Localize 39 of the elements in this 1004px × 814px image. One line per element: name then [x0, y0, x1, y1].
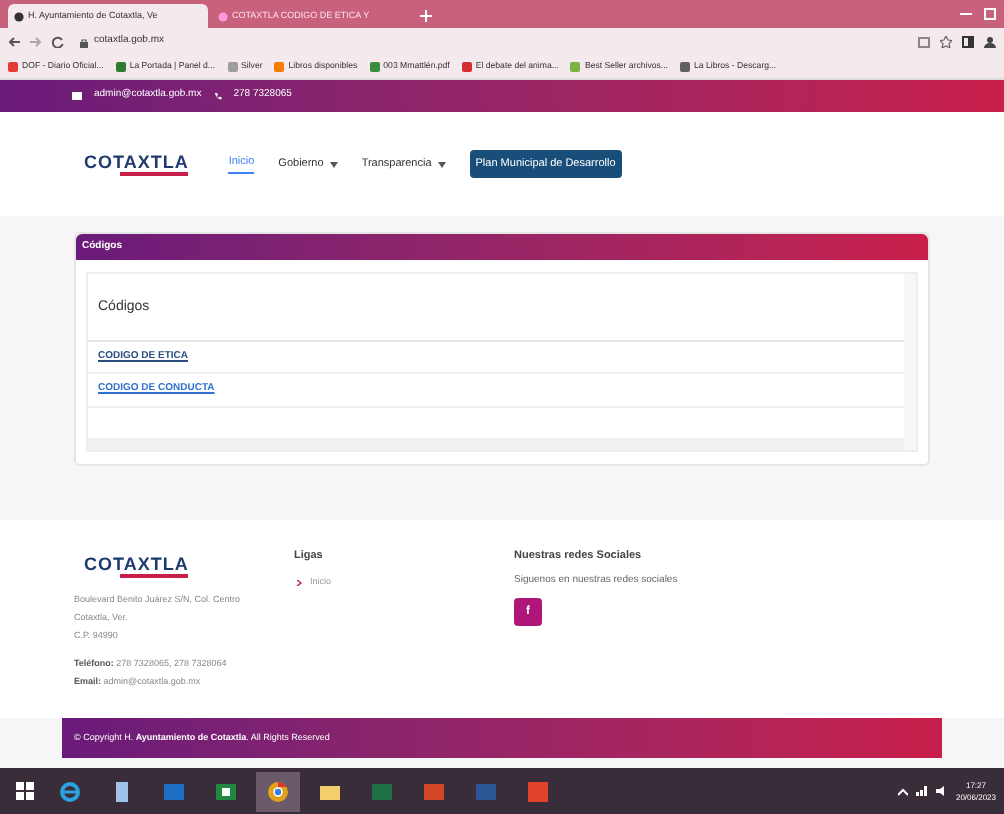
bookmark-icon: [274, 62, 285, 72]
network-icon: [915, 786, 928, 796]
app-tile-icon: [216, 781, 236, 801]
share-icon: [918, 36, 930, 48]
logo-underline: [120, 171, 189, 175]
bookmark-icon: [227, 62, 238, 72]
bookmark-icon: [115, 62, 126, 72]
caret-icon: [329, 161, 338, 167]
star-icon: [940, 36, 952, 48]
presentation-icon: [424, 781, 444, 801]
windows-icon: [15, 782, 33, 800]
bookmark-icon: [8, 62, 18, 72]
site-icon: [14, 11, 24, 21]
caret-icon: [437, 161, 446, 167]
lock-icon: [80, 37, 88, 47]
envelope-icon: [72, 92, 82, 100]
vertical-scrollbar[interactable]: [904, 274, 916, 449]
reload-icon: [52, 36, 64, 48]
document-icon: [112, 781, 132, 801]
chevron-icon: [296, 579, 302, 586]
bookmark-icon: [461, 62, 472, 72]
minimize-icon: [960, 8, 972, 20]
site-icon: [218, 11, 228, 21]
bookmark-icon: [680, 62, 691, 72]
back-icon: [8, 36, 20, 48]
sidebar-icon: [962, 36, 974, 48]
spreadsheet-icon: [372, 781, 392, 801]
logo-underline: [120, 573, 189, 577]
new-tab-icon: [420, 10, 432, 22]
bookmark-icon: [570, 62, 581, 72]
phone-icon: [213, 92, 222, 100]
folder-icon: [320, 781, 340, 801]
bookmark-icon: [369, 62, 380, 72]
speaker-icon: [935, 786, 948, 796]
taskbar-app[interactable]: [256, 771, 300, 811]
profile-icon: [984, 36, 996, 48]
maximize-icon: [984, 8, 996, 20]
forward-icon: [30, 36, 42, 48]
chevron-up-icon: [897, 787, 908, 795]
